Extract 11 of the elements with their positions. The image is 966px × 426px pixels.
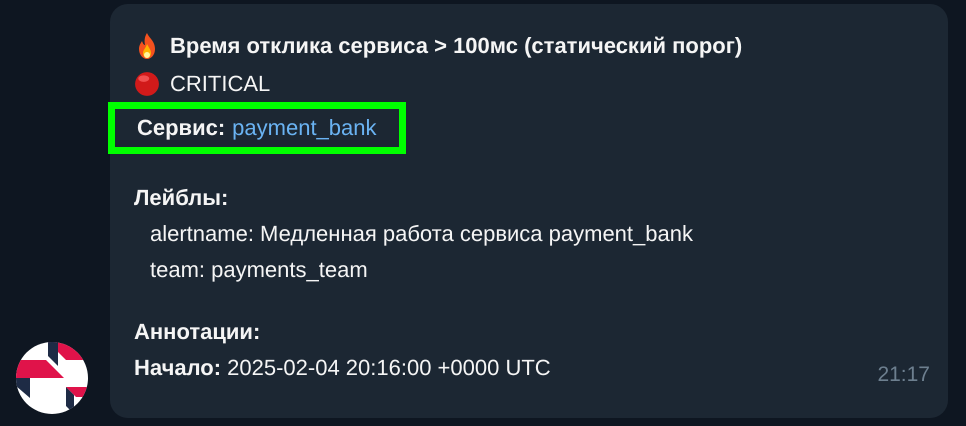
labels-heading: Лейблы: — [134, 185, 228, 211]
annotations-heading: Аннотации: — [134, 319, 260, 345]
status-dot-icon — [134, 70, 160, 98]
service-link[interactable]: payment_bank — [232, 115, 376, 141]
label-entry: team: payments_team — [150, 257, 368, 283]
message-time: 21:17 — [877, 362, 930, 387]
severity-text: CRITICAL — [170, 71, 270, 97]
label-entry: alertname: Медленная работа сервиса payment_bank — [150, 221, 693, 247]
start-time-text: Начало: 2025-02-04 20:16:00 +0000 UTC — [134, 355, 551, 381]
service-label: Сервис: — [137, 115, 226, 141]
alert-title: Время отклика сервиса > 100мс (статический порог) — [170, 33, 742, 59]
